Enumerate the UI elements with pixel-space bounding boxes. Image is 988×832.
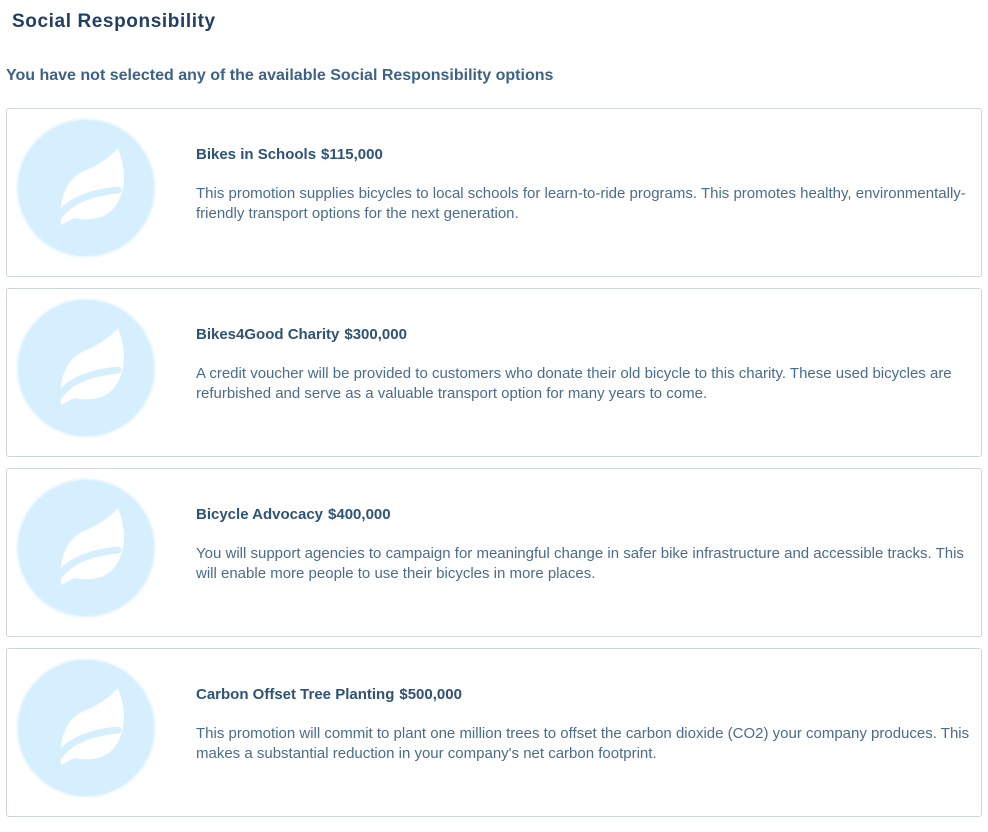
option-name: Bikes4Good Charity: [196, 326, 340, 343]
social-responsibility-option-list: Bikes in Schools $115,000 This promotion …: [6, 108, 982, 828]
option-name: Carbon Offset Tree Planting: [196, 686, 395, 703]
option-price: $300,000: [344, 326, 407, 343]
option-card-bikes-in-schools[interactable]: Bikes in Schools $115,000 This promotion …: [6, 108, 982, 277]
option-description: This promotion will commit to plant one …: [196, 725, 970, 762]
option-name: Bicycle Advocacy: [196, 506, 324, 523]
leaf-icon: [16, 298, 156, 438]
option-description: This promotion supplies bicycles to loca…: [196, 185, 966, 222]
option-heading: Bikes in Schools $115,000: [196, 146, 383, 163]
selection-status-message: You have not selected any of the availab…: [6, 67, 554, 84]
leaf-icon: [16, 478, 156, 618]
option-price: $115,000: [321, 146, 383, 163]
leaf-icon: [16, 658, 156, 798]
option-price: $400,000: [328, 506, 391, 523]
option-heading: Bicycle Advocacy $400,000: [196, 506, 391, 523]
option-heading: Carbon Offset Tree Planting $500,000: [196, 686, 462, 703]
option-card-bicycle-advocacy[interactable]: Bicycle Advocacy $400,000 You will suppor…: [6, 468, 982, 637]
option-card-bikes4good-charity[interactable]: Bikes4Good Charity $300,000 A credit vouc…: [6, 288, 982, 457]
option-price: $500,000: [399, 686, 462, 703]
page-title: Social Responsibility: [12, 11, 216, 32]
option-name: Bikes in Schools: [196, 146, 317, 163]
option-card-carbon-offset-tree-planting[interactable]: Carbon Offset Tree Planting $500,000 This…: [6, 648, 982, 817]
option-heading: Bikes4Good Charity $300,000: [196, 326, 407, 343]
leaf-icon: [16, 118, 156, 258]
option-description: A credit voucher will be provided to cus…: [196, 365, 952, 402]
option-description: You will support agencies to campaign fo…: [196, 545, 964, 582]
